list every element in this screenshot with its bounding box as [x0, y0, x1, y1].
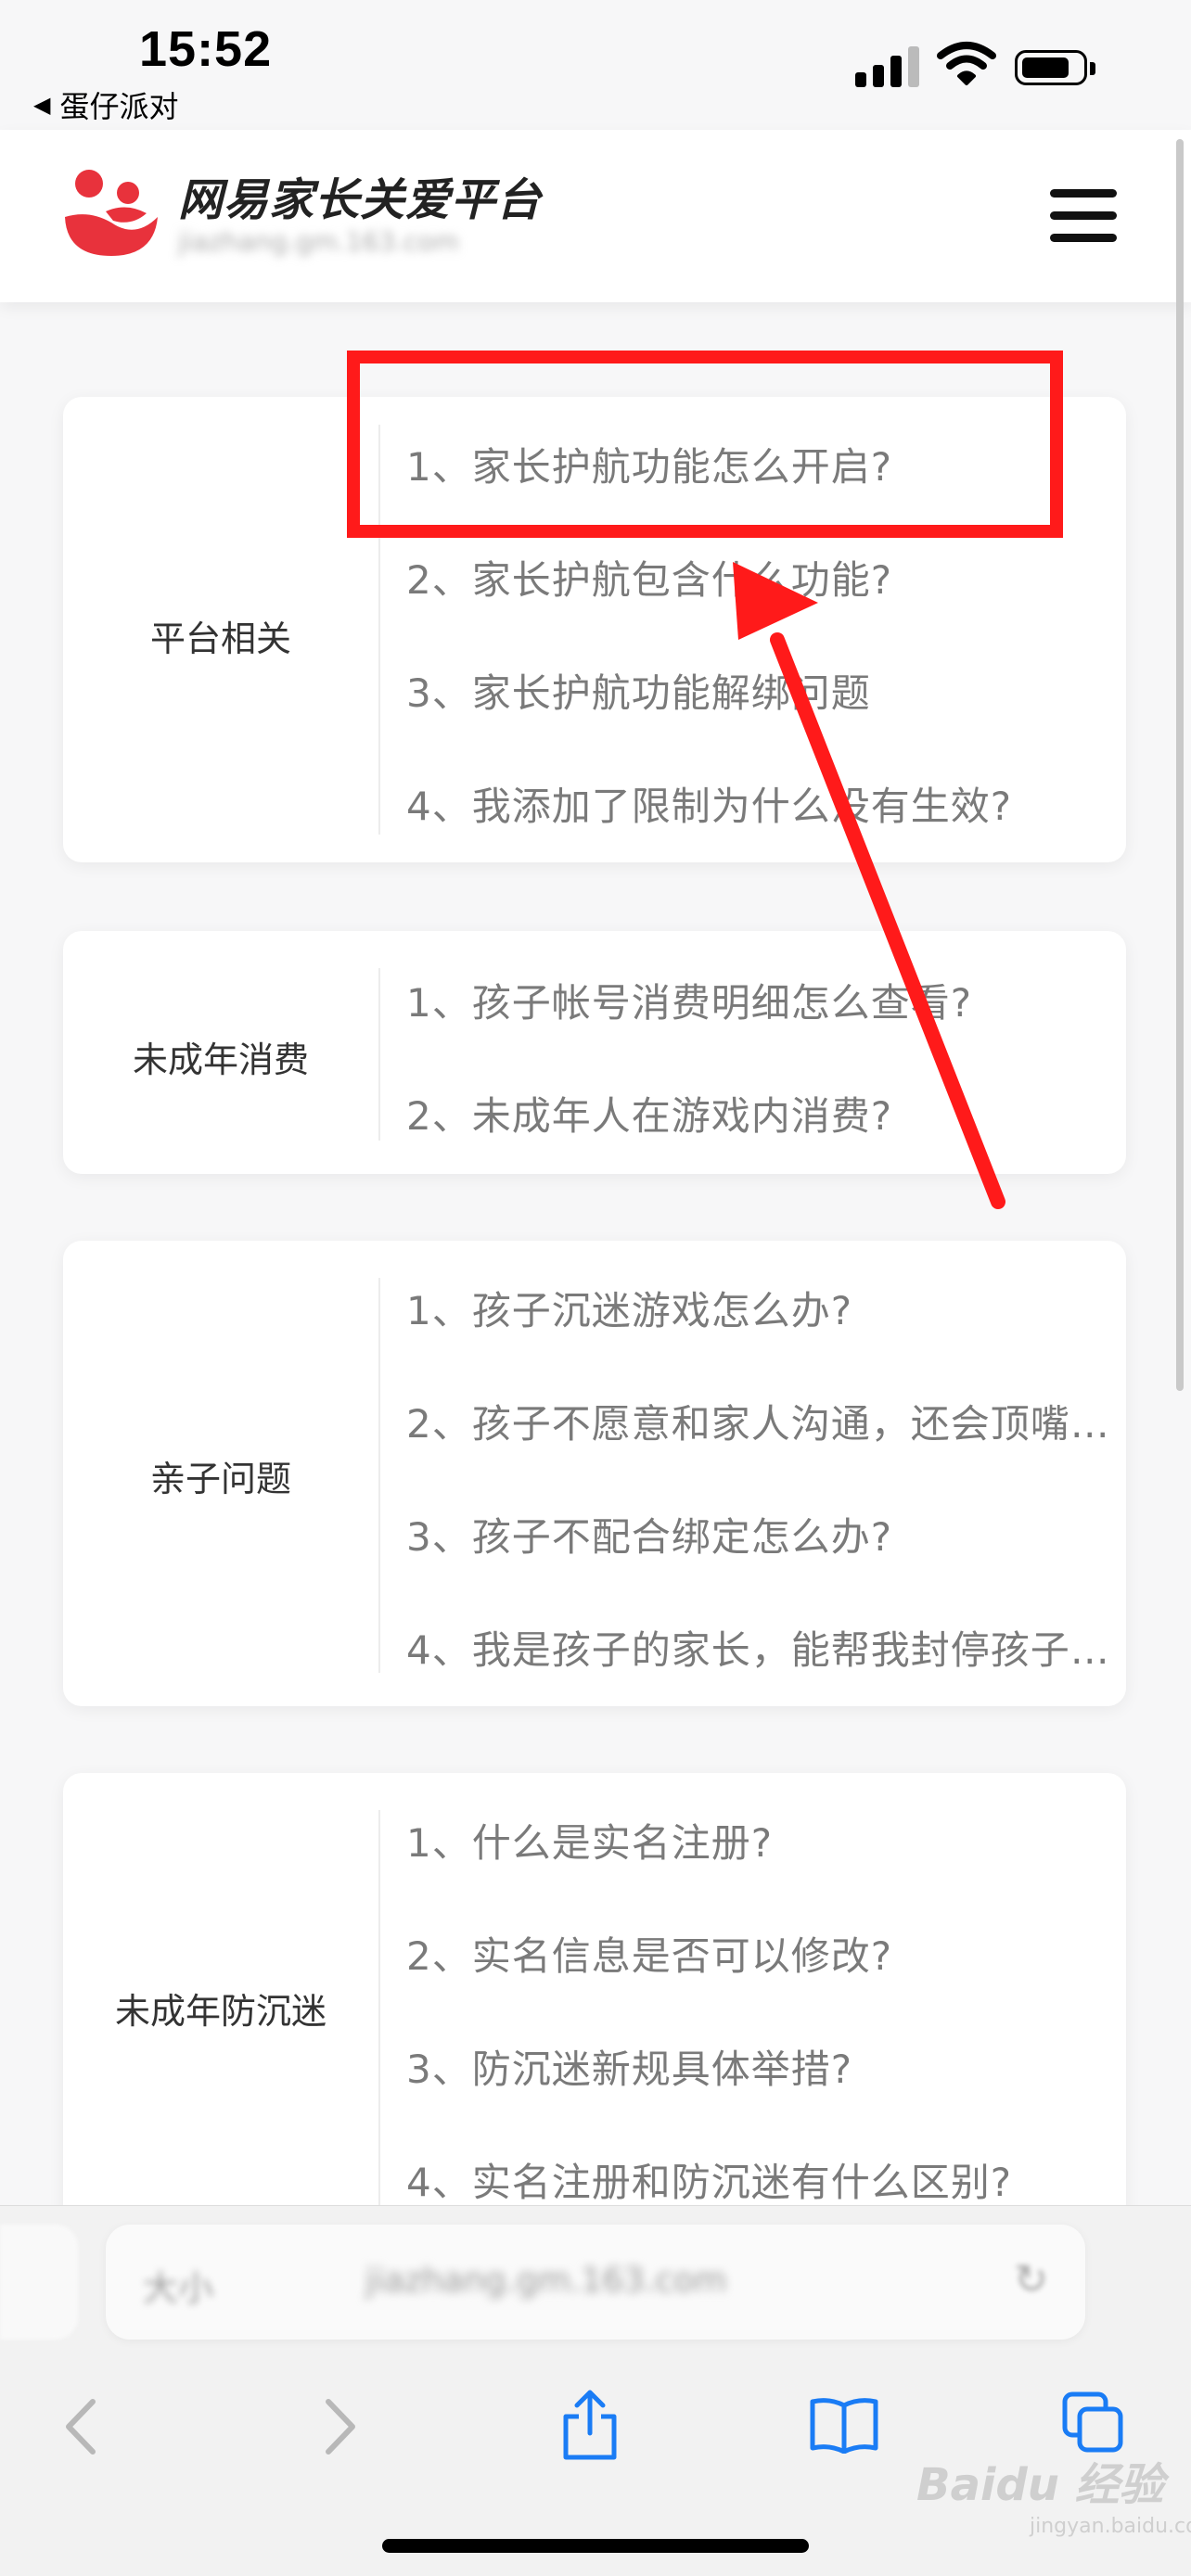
back-to-app-link[interactable]: ◀ 蛋仔派对	[33, 83, 178, 126]
faq-question[interactable]: 2、未成年人在游戏内消费?	[406, 1085, 1121, 1141]
home-indicator[interactable]	[382, 2539, 809, 2553]
category-label: 未成年消费	[132, 1039, 309, 1080]
faq-question[interactable]: 1、孩子帐号消费明细怎么查看?	[406, 972, 1121, 1028]
card-divider	[378, 1278, 380, 1673]
parent-child-logo	[65, 170, 158, 256]
faq-question[interactable]: 2、孩子不愿意和家人沟通，还会顶嘴怎么办?	[406, 1393, 1121, 1449]
back-arrow-icon[interactable]	[59, 2394, 102, 2459]
brand-subtitle: jiazhang.gm.163.com	[178, 226, 459, 257]
faq-card-anti-addiction: 未成年防沉迷 1、什么是实名注册? 2、实名信息是否可以修改? 3、防沉迷新规具…	[63, 1773, 1126, 2255]
card-divider	[378, 1810, 380, 2218]
faq-question[interactable]: 4、我添加了限制为什么没有生效?	[406, 775, 1121, 832]
forward-arrow-icon[interactable]	[319, 2394, 362, 2459]
faq-card-minor-spending: 未成年消费 1、孩子帐号消费明细怎么查看? 2、未成年人在游戏内消费?	[63, 931, 1126, 1174]
address-bar[interactable]: 大小 jiazhang.gm.163.com ↻	[106, 2225, 1085, 2340]
browser-address-area: 大小 jiazhang.gm.163.com ↻	[0, 2205, 1191, 2364]
status-bar: 15:52 ◀ 蛋仔派对	[0, 0, 1191, 130]
faq-question[interactable]: 3、孩子不配合绑定怎么办?	[406, 1506, 1121, 1562]
clock: 15:52	[139, 21, 273, 77]
category-label: 亲子问题	[149, 1459, 291, 1499]
reload-icon[interactable]: ↻	[1014, 2256, 1048, 2303]
faq-question[interactable]: 3、防沉迷新规具体举措?	[406, 2038, 1121, 2095]
reader-options-button[interactable]: 大小	[143, 2260, 213, 2311]
site-header: 网易家长关爱平台 jiazhang.gm.163.com	[0, 130, 1191, 302]
faq-question[interactable]: 3、家长护航功能解绑问题	[406, 662, 1121, 719]
faq-question[interactable]: 4、我是孩子的家长，能帮我封停孩子账号吗?	[406, 1619, 1121, 1676]
faq-question[interactable]: 2、实名信息是否可以修改?	[406, 1925, 1121, 1982]
url-text: jiazhang.gm.163.com	[365, 2262, 727, 2300]
triangle-left-icon: ◀	[33, 92, 51, 118]
page-scrollbar[interactable]	[1176, 139, 1184, 1391]
category-label: 未成年防沉迷	[114, 1991, 327, 2032]
baidu-watermark-url: jingyan.baidu.com	[1030, 2515, 1191, 2538]
hamburger-menu-icon[interactable]	[1050, 189, 1121, 243]
baidu-watermark: Baidu 经验	[916, 2459, 1164, 2511]
brand-title: 网易家长关爱平台	[178, 174, 543, 226]
bookmarks-icon[interactable]	[809, 2396, 879, 2454]
cellular-signal-icon	[855, 43, 919, 87]
wifi-icon	[937, 42, 996, 85]
share-icon[interactable]	[560, 2389, 620, 2461]
category-label: 平台相关	[149, 618, 291, 659]
tabs-icon[interactable]	[1061, 2391, 1126, 2455]
faq-question[interactable]: 1、什么是实名注册?	[406, 1812, 1121, 1868]
card-divider	[378, 968, 380, 1141]
previous-tab-preview[interactable]	[0, 2225, 78, 2340]
faq-question[interactable]: 4、实名注册和防沉迷有什么区别?	[406, 2151, 1121, 2208]
faq-question[interactable]: 1、孩子沉迷游戏怎么办?	[406, 1280, 1121, 1336]
battery-icon	[1015, 50, 1095, 85]
faq-question[interactable]: 2、家长护航包含什么功能?	[406, 549, 1121, 606]
faq-card-parent-child: 亲子问题 1、孩子沉迷游戏怎么办? 2、孩子不愿意和家人沟通，还会顶嘴怎么办? …	[63, 1241, 1126, 1706]
back-app-label: 蛋仔派对	[59, 89, 179, 124]
highlight-box	[347, 351, 1063, 538]
